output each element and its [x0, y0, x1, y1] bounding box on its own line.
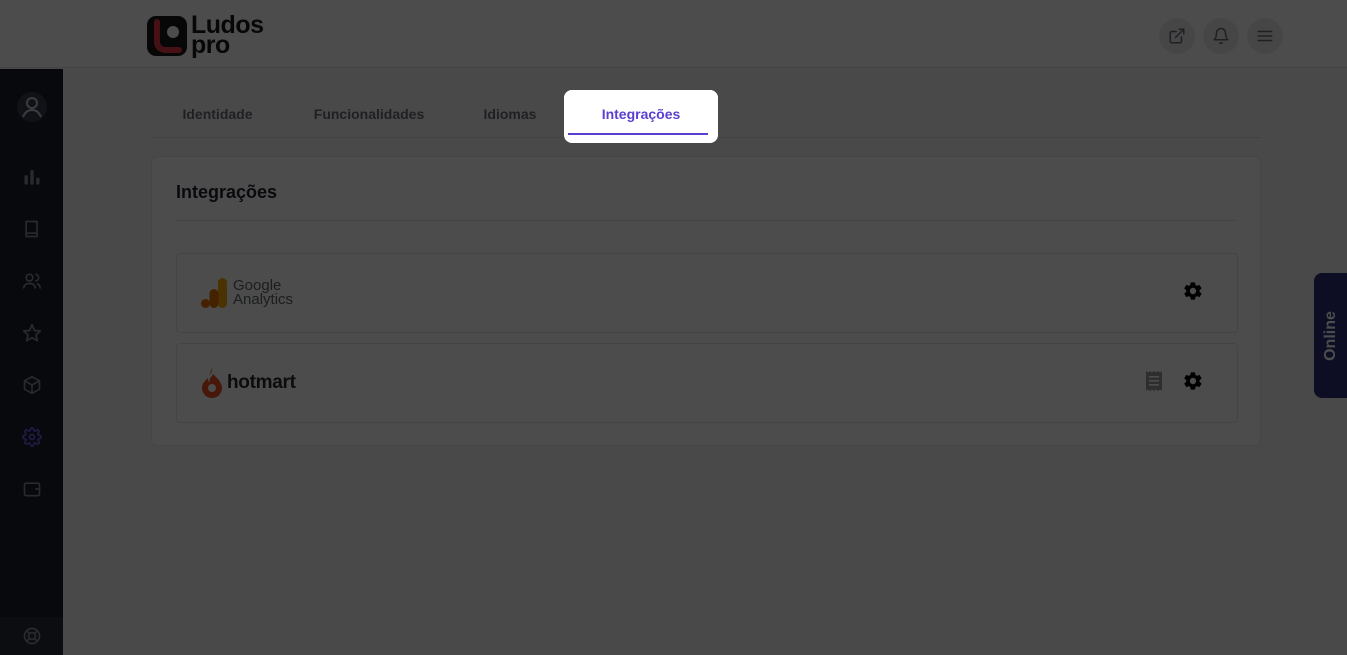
- bell-icon: [1213, 27, 1229, 45]
- sidebar-item-products[interactable]: [0, 365, 63, 405]
- integration-google-analytics: Google Analytics: [176, 253, 1238, 333]
- tab-funcionalidades[interactable]: Funcionalidades: [301, 90, 437, 138]
- tab-idiomas[interactable]: Idiomas: [469, 90, 551, 138]
- sidebar-support-button[interactable]: [0, 617, 63, 655]
- card-title: Integrações: [176, 182, 278, 202]
- sidebar-item-users[interactable]: [0, 261, 63, 301]
- hotmart-actions: [1146, 344, 1204, 422]
- logo-text: Ludos pro: [191, 13, 264, 58]
- ga-wordmark-line2: Analytics: [233, 291, 294, 308]
- tab-integracoes[interactable]: Integrações: [564, 90, 718, 138]
- hotmart-settings-button[interactable]: [1182, 370, 1204, 397]
- notifications-button[interactable]: [1203, 18, 1239, 54]
- tour-spotlight: Integrações: [564, 90, 718, 143]
- gear-icon: [1184, 371, 1202, 390]
- integration-hotmart: hotmart: [176, 343, 1238, 423]
- hotmart-wordmark: hotmart: [227, 372, 296, 393]
- box-icon: [23, 375, 40, 395]
- sidebar: [0, 69, 63, 655]
- menu-icon: [1257, 30, 1273, 42]
- sidebar-item-wallet[interactable]: [0, 469, 63, 509]
- receipt-icon: [1146, 370, 1162, 391]
- topbar-actions: [1159, 18, 1283, 54]
- book-icon: [24, 220, 38, 238]
- google-analytics-wordmark: Google Analytics: [233, 278, 294, 308]
- external-link-icon: [1169, 28, 1185, 44]
- hotmart-logs-button[interactable]: [1146, 370, 1162, 396]
- gear-icon: [21, 427, 42, 447]
- menu-button[interactable]: [1247, 18, 1283, 54]
- ga-settings-button[interactable]: [1182, 280, 1204, 307]
- hotmart-logo: hotmart: [201, 344, 296, 422]
- google-analytics-logo: Google Analytics: [201, 254, 293, 332]
- ludos-pro-logo[interactable]: Ludos pro: [147, 13, 264, 58]
- avatar-icon: [16, 92, 47, 122]
- external-link-button[interactable]: [1159, 18, 1195, 54]
- wallet-icon: [23, 482, 40, 497]
- logo-mark-icon: [147, 14, 187, 56]
- gear-icon: [1184, 281, 1202, 300]
- google-analytics-icon: [201, 278, 227, 308]
- top-bar: Ludos pro: [0, 0, 1347, 68]
- users-icon: [22, 273, 41, 289]
- tab-identidade[interactable]: Identidade: [151, 90, 284, 138]
- chart-icon: [24, 170, 39, 185]
- ga-actions: [1182, 254, 1204, 332]
- online-status-tab[interactable]: Online: [1314, 273, 1347, 398]
- integrations-card: Integrações Google Analytics hotmart: [151, 156, 1261, 446]
- star-icon: [22, 323, 41, 342]
- sidebar-item-favorites[interactable]: [0, 313, 63, 353]
- card-divider: [176, 220, 1236, 221]
- hotmart-flame-icon: [202, 368, 222, 398]
- sidebar-item-courses[interactable]: [0, 209, 63, 249]
- sidebar-item-profile[interactable]: [0, 87, 63, 127]
- sidebar-item-settings[interactable]: [0, 417, 63, 457]
- online-status-label: Online: [1321, 310, 1339, 361]
- sidebar-item-dashboard[interactable]: [0, 157, 63, 197]
- lifebuoy-icon: [23, 627, 40, 645]
